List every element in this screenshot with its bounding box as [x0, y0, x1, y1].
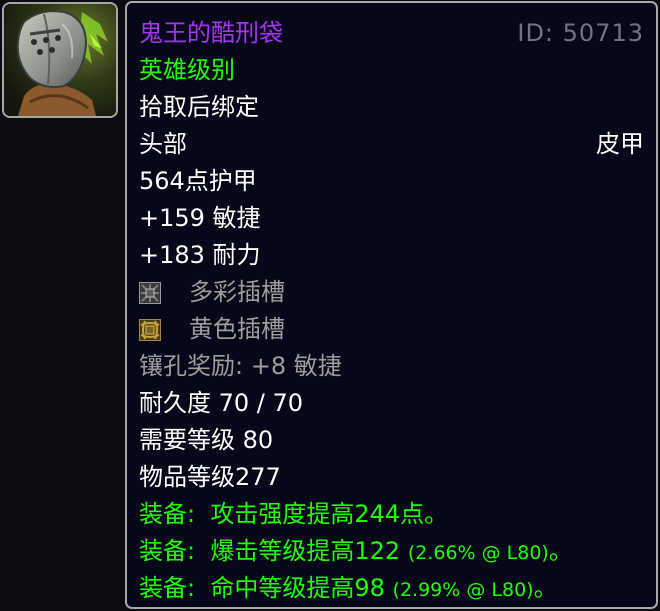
required-level: 需要等级 80 [139, 426, 274, 454]
socket-row-meta: 多彩插槽 [139, 274, 644, 311]
equip-text: 爆击等级提高122 [210, 537, 401, 565]
stat-line: +183 耐力 [139, 241, 261, 269]
item-id: ID: 50713 [517, 19, 644, 47]
item-tooltip: 鬼王的酷刑袋 ID: 50713 英雄级别 拾取后绑定 头部 皮甲 564点护甲… [125, 1, 658, 609]
item-armor: 564点护甲 [139, 167, 257, 195]
socket-row-yellow: 黄色插槽 [139, 311, 644, 348]
item-level: 物品等级277 [139, 463, 281, 491]
item-mode: 英雄级别 [139, 56, 235, 84]
equip-prefix: 装备: [139, 500, 196, 528]
equip-text: 攻击强度提高244点。 [210, 500, 449, 528]
equip-detail: (2.99% @ L80) [392, 579, 534, 601]
yellow-socket-icon [139, 319, 161, 341]
equip-prefix: 装备: [139, 574, 196, 602]
socket-label: 黄色插槽 [189, 315, 285, 343]
item-icon-frame[interactable] [2, 2, 118, 118]
item-slot: 头部 [139, 130, 187, 158]
item-armor-type: 皮甲 [596, 130, 644, 158]
durability: 耐久度 70 / 70 [139, 389, 304, 417]
socket-label: 多彩插槽 [189, 278, 285, 306]
socket-bonus: 镶孔奖励: +8 敏捷 [139, 352, 342, 380]
item-binding: 拾取后绑定 [139, 93, 259, 121]
equip-suffix: 。 [533, 574, 558, 602]
equip-text: 命中等级提高98 [210, 574, 385, 602]
equip-effect: 装备: 攻击强度提高244点。 [139, 496, 644, 533]
equip-effect: 装备: 命中等级提高98 (2.99% @ L80)。 [139, 570, 644, 607]
item-name[interactable]: 鬼王的酷刑袋 [139, 19, 283, 47]
equip-prefix: 装备: [139, 537, 196, 565]
item-slot-row: 头部 皮甲 [139, 126, 644, 163]
equip-effect: 装备: 爆击等级提高122 (2.66% @ L80)。 [139, 533, 644, 570]
hooded-helm-icon [4, 4, 116, 116]
meta-socket-icon [139, 282, 161, 304]
stat-line: +159 敏捷 [139, 204, 261, 232]
item-title-row: 鬼王的酷刑袋 ID: 50713 [139, 15, 644, 52]
equip-suffix: 。 [548, 537, 573, 565]
equip-detail: (2.66% @ L80) [407, 542, 549, 564]
